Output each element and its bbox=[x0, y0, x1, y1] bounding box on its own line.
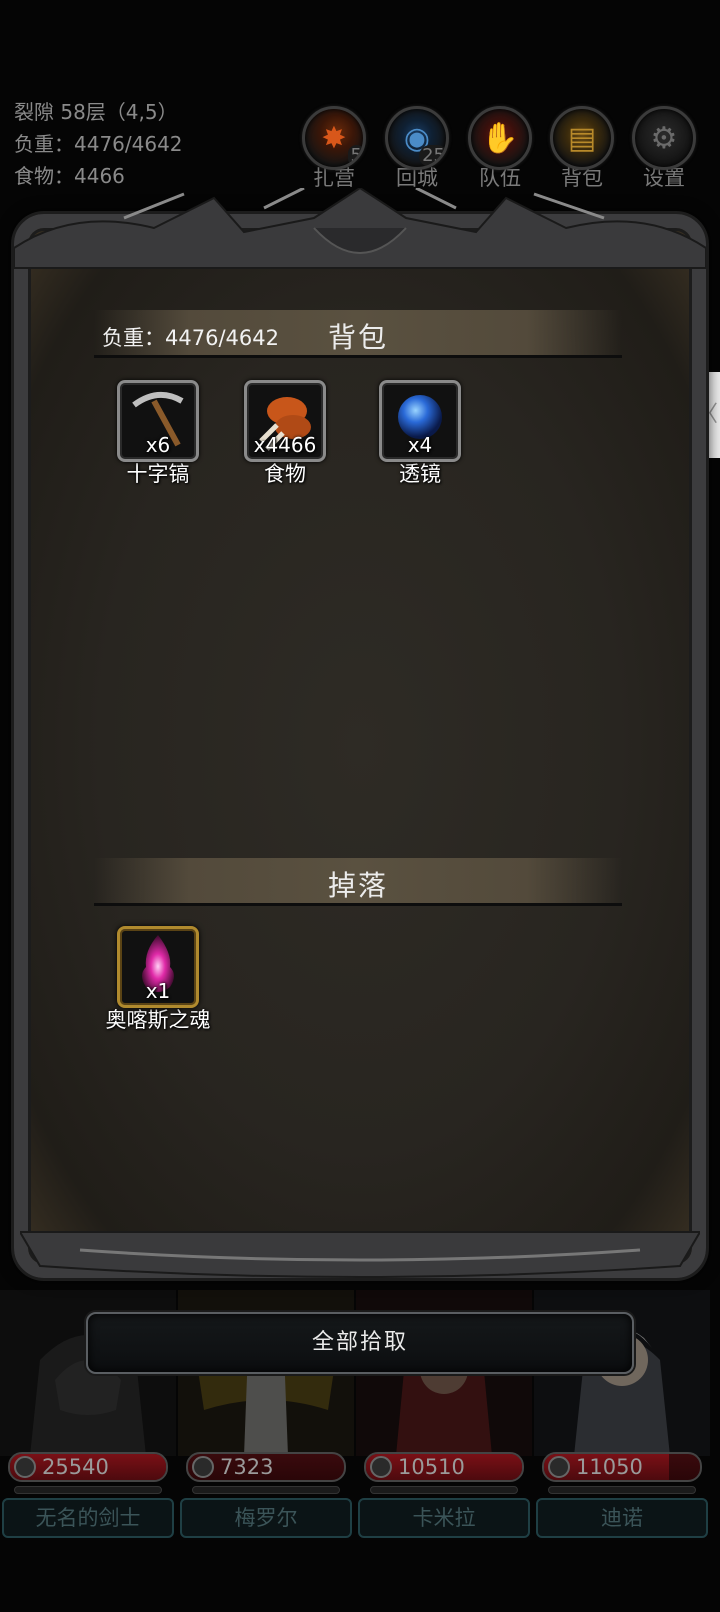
hp-bar: 7323 bbox=[186, 1452, 346, 1482]
settings-button[interactable]: ⚙ 设置 bbox=[630, 106, 698, 198]
backpack-title: 背包 bbox=[327, 321, 388, 354]
inventory-item[interactable]: x4466 食物 bbox=[225, 380, 345, 488]
camp-button[interactable]: ✸ 5 扎营 bbox=[300, 106, 368, 198]
hp-value: 10510 bbox=[398, 1455, 465, 1479]
hp-bar: 11050 bbox=[542, 1452, 702, 1482]
drops-title: 掉落 bbox=[327, 869, 388, 902]
return-town-count: 25 bbox=[419, 145, 446, 167]
bag-button[interactable]: ▤ 背包 bbox=[548, 106, 616, 198]
team-icon: ✋ bbox=[481, 121, 519, 156]
hero-name: 迪诺 bbox=[536, 1498, 708, 1538]
drop-item[interactable]: x1 奥喀斯之魂 bbox=[98, 926, 218, 1034]
return-town-button[interactable]: ◉ 25 回城 bbox=[383, 106, 451, 198]
team-button[interactable]: ✋ 队伍 bbox=[466, 106, 534, 198]
sword-icon bbox=[14, 1456, 36, 1478]
item-qty: x6 bbox=[145, 433, 171, 457]
item-qty: x4 bbox=[407, 433, 433, 457]
sword-icon bbox=[548, 1456, 570, 1478]
hud-info: 裂隙 58层（4,5） 负重：4476/4642 食物：4466 bbox=[14, 96, 183, 192]
camp-count: 5 bbox=[347, 145, 363, 167]
item-name: 十字镐 bbox=[126, 462, 190, 486]
inventory-item[interactable]: x4 透镜 bbox=[360, 380, 480, 488]
energy-bar bbox=[192, 1486, 340, 1494]
energy-bar bbox=[370, 1486, 518, 1494]
sword-icon bbox=[370, 1456, 392, 1478]
item-name: 食物 bbox=[264, 462, 306, 486]
inventory-item[interactable]: x6 十字镐 bbox=[98, 380, 218, 488]
item-name: 透镜 bbox=[399, 462, 441, 486]
hero-name: 梅罗尔 bbox=[180, 1498, 352, 1538]
hero-name: 无名的剑士 bbox=[2, 1498, 174, 1538]
gear-icon: ⚙ bbox=[650, 121, 678, 156]
hero-name: 卡米拉 bbox=[358, 1498, 530, 1538]
hp-bar: 10510 bbox=[364, 1452, 524, 1482]
hp-bar: 25540 bbox=[8, 1452, 168, 1482]
item-name: 奥喀斯之魂 bbox=[105, 1008, 211, 1032]
chest-icon: ▤ bbox=[567, 121, 597, 156]
pick-all-button[interactable]: 全部拾取 bbox=[86, 1312, 634, 1374]
frame-ornament-bottom bbox=[20, 1231, 700, 1278]
location-label: 裂隙 58层（4,5） bbox=[14, 100, 178, 124]
weight-label: 负重：4476/4642 bbox=[14, 132, 183, 156]
hp-value: 25540 bbox=[42, 1455, 109, 1479]
frame-ornament-top bbox=[14, 188, 706, 269]
inventory-panel bbox=[14, 214, 706, 1278]
energy-bar bbox=[14, 1486, 162, 1494]
energy-bar bbox=[548, 1486, 696, 1494]
hp-value: 11050 bbox=[576, 1455, 643, 1479]
drops-header: 掉落 bbox=[94, 858, 622, 906]
sword-icon bbox=[192, 1456, 214, 1478]
item-qty: x4466 bbox=[253, 433, 317, 457]
item-qty: x1 bbox=[145, 979, 171, 1003]
hp-value: 7323 bbox=[220, 1455, 274, 1479]
backpack-header: 负重：4476/4642 背包 bbox=[94, 310, 622, 358]
